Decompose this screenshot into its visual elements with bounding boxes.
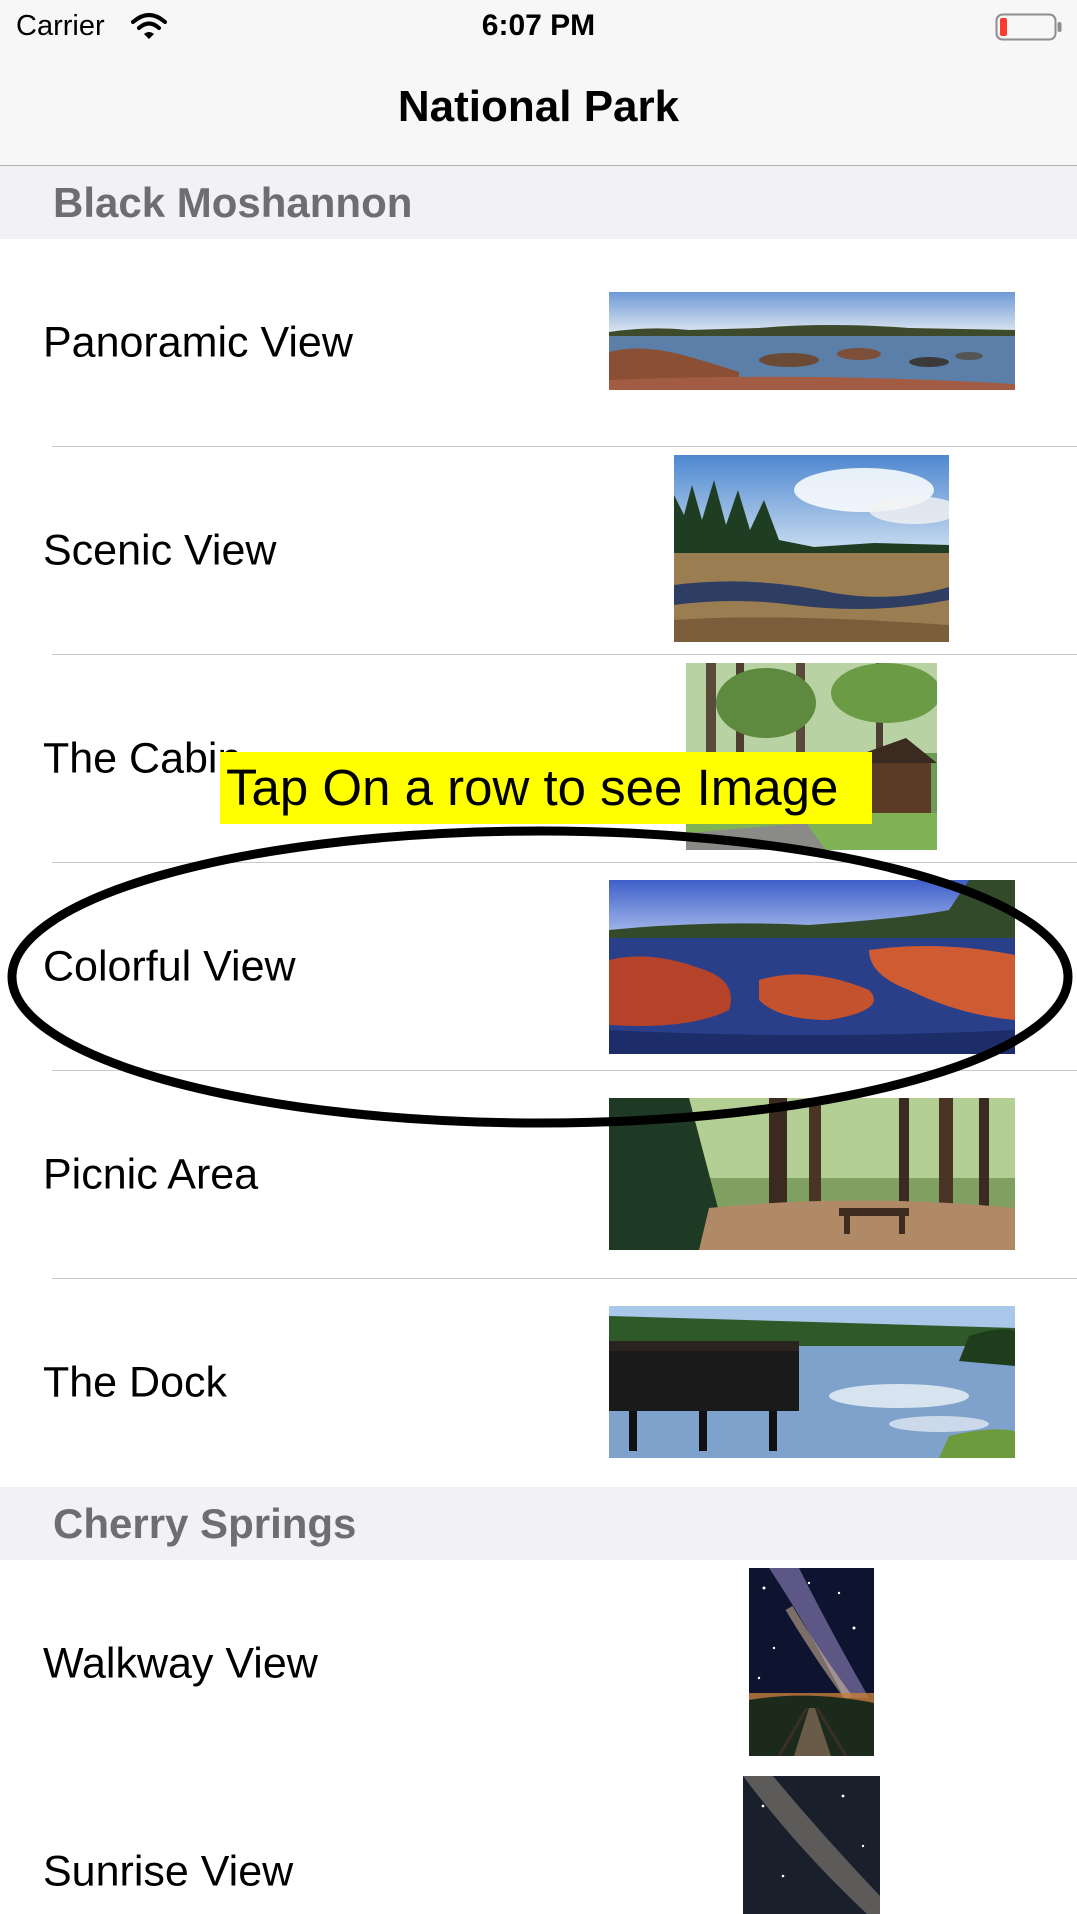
row-label: Colorful View bbox=[43, 942, 296, 991]
status-bar: Carrier 6:07 PM bbox=[0, 0, 1077, 56]
table-row-panoramic-view[interactable]: Panoramic View bbox=[0, 239, 1077, 447]
row-label: Scenic View bbox=[43, 526, 277, 575]
app-screen: Carrier 6:07 PM National Park Black Mosh… bbox=[0, 0, 1077, 1914]
table-row-the-dock[interactable]: The Dock bbox=[0, 1279, 1077, 1487]
table-row-colorful-view[interactable]: Colorful View bbox=[0, 863, 1077, 1071]
row-label: Sunrise View bbox=[43, 1847, 294, 1896]
section-title: Cherry Springs bbox=[53, 1500, 357, 1547]
row-label: Panoramic View bbox=[43, 318, 353, 367]
status-time: 6:07 PM bbox=[481, 9, 596, 42]
page-title: National Park bbox=[397, 82, 680, 131]
row-label: Walkway View bbox=[43, 1639, 318, 1688]
section-title: Black Moshannon bbox=[53, 179, 413, 226]
section-header-cherry-springs: Cherry Springs bbox=[0, 1487, 1077, 1560]
table-row-walkway-view[interactable]: Walkway View bbox=[0, 1560, 1077, 1768]
row-label: Picnic Area bbox=[43, 1150, 259, 1199]
section-header-black-moshannon: Black Moshannon bbox=[0, 166, 1077, 239]
table-row-sunrise-view[interactable]: Sunrise View bbox=[0, 1768, 1077, 1914]
table-row-picnic-area[interactable]: Picnic Area bbox=[0, 1071, 1077, 1279]
milky-way-walkway-thumbnail bbox=[749, 1568, 874, 1756]
dock-lake-thumbnail bbox=[609, 1306, 1015, 1458]
table-row-scenic-view[interactable]: Scenic View bbox=[0, 447, 1077, 655]
tap-hint-banner: Tap On a row to see Image bbox=[220, 752, 872, 824]
row-label: The Cabin bbox=[43, 734, 242, 783]
navigation-bar: National Park bbox=[0, 56, 1077, 166]
battery-low-icon bbox=[995, 13, 1062, 41]
row-label: The Dock bbox=[43, 1358, 228, 1407]
night-sky-thumbnail bbox=[743, 1776, 880, 1914]
scenic-marsh-thumbnail bbox=[674, 455, 949, 642]
picnic-area-thumbnail bbox=[609, 1098, 1015, 1250]
colorful-bog-thumbnail bbox=[609, 880, 1015, 1054]
panoramic-lake-thumbnail bbox=[609, 292, 1015, 390]
